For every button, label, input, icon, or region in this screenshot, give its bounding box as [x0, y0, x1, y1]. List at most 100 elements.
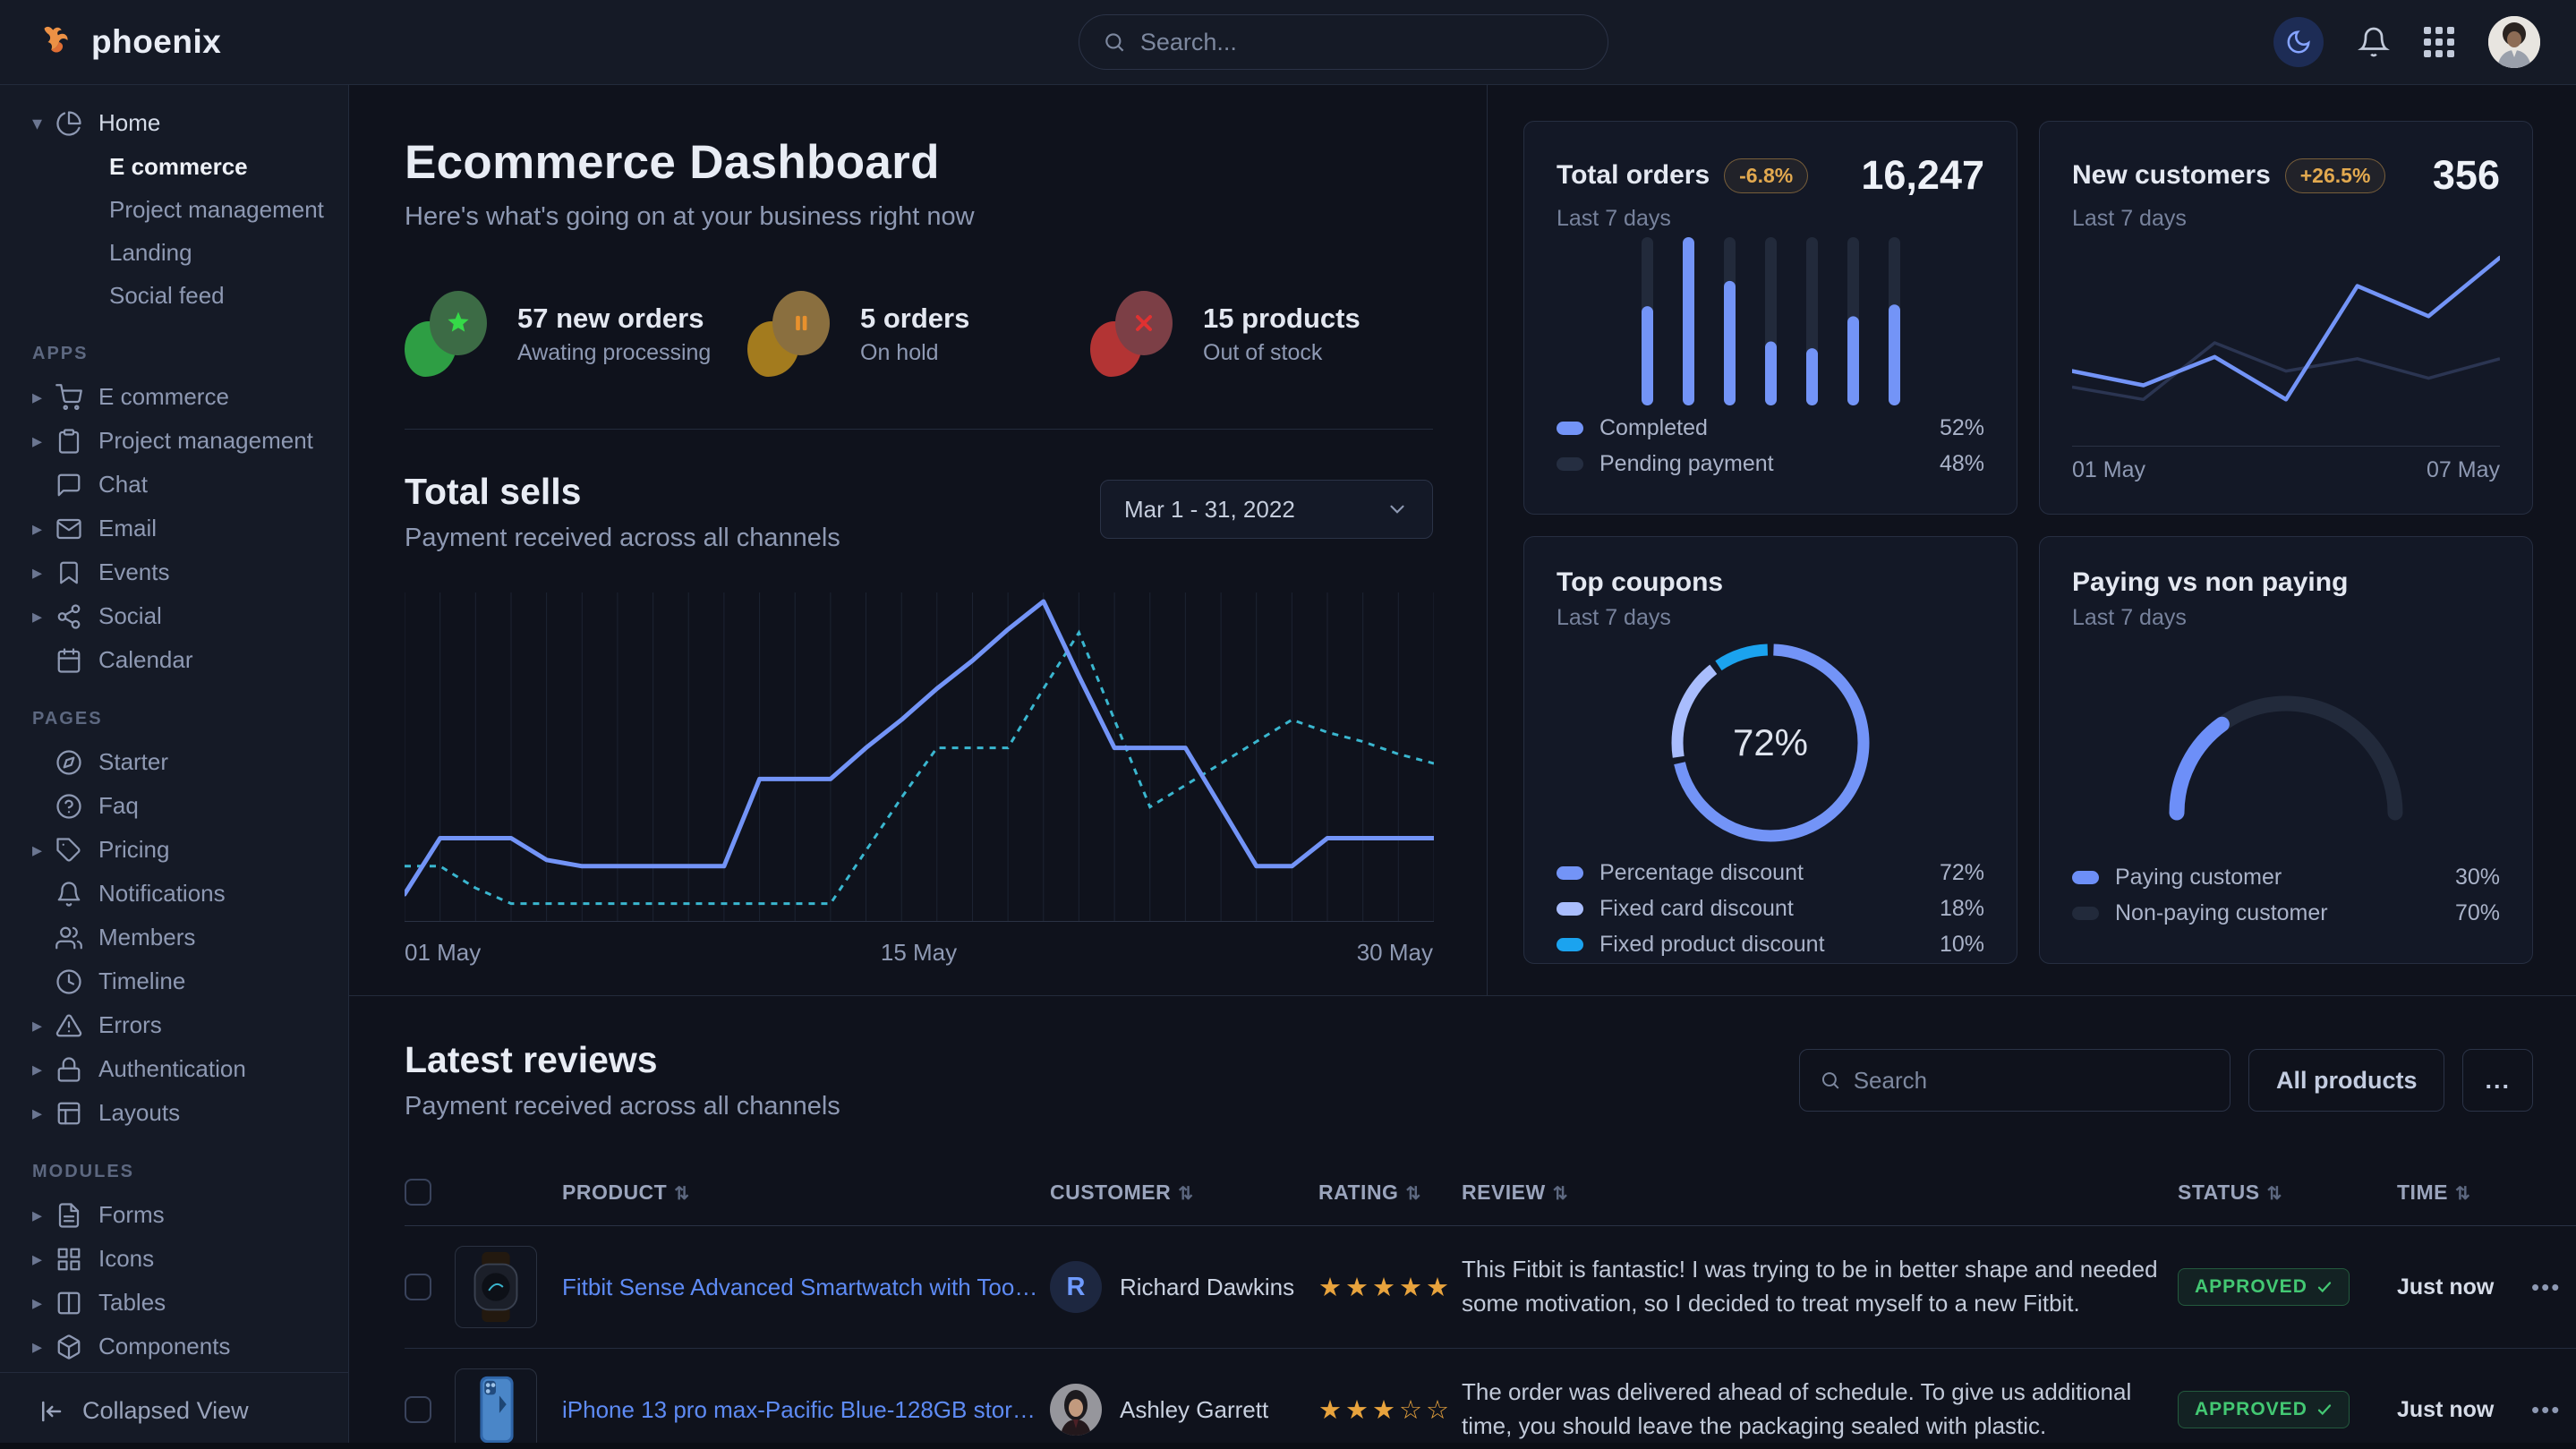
new-customers-x-axis: 01 May 07 May	[2072, 446, 2500, 483]
column-header-review[interactable]: REVIEW⇅	[1462, 1163, 2178, 1226]
sidebar-section-label: MODULES	[32, 1162, 348, 1182]
pie-chart-icon	[55, 110, 82, 137]
sidebar-item-forms[interactable]: ▸ Forms	[0, 1193, 348, 1237]
status-badge: APPROVED	[2178, 1268, 2350, 1306]
axis-label-start: 01 May	[2072, 457, 2145, 483]
sidebar-item-members[interactable]: Members	[0, 916, 348, 959]
row-checkbox[interactable]	[405, 1396, 431, 1423]
customer-name: Ashley Garrett	[1120, 1396, 1268, 1424]
legend-row: Completed 52%	[1557, 410, 1984, 446]
sidebar-item-pricing[interactable]: ▸ Pricing	[0, 828, 348, 872]
help-icon	[55, 793, 82, 820]
caret-right-icon: ▸	[32, 561, 55, 584]
apps-grid-button[interactable]	[2424, 27, 2454, 57]
global-search-input[interactable]	[1140, 29, 1584, 56]
user-avatar[interactable]	[2488, 16, 2540, 68]
legend-value: 52%	[1940, 415, 1984, 441]
bookmark-icon	[55, 559, 82, 586]
latest-reviews-subtitle: Payment received across all channels	[405, 1092, 840, 1121]
sidebar-item-components[interactable]: ▸ Components	[0, 1325, 348, 1368]
global-search[interactable]	[1079, 14, 1608, 70]
column-header-time[interactable]: TIME⇅	[2397, 1163, 2531, 1226]
review-time: Just now	[2397, 1397, 2494, 1422]
legend-label: Fixed card discount	[1599, 896, 1794, 922]
compass-icon	[55, 749, 82, 776]
sidebar-item-chat[interactable]: Chat	[0, 463, 348, 507]
sidebar-subitem-e-commerce[interactable]: E commerce	[0, 145, 348, 188]
legend-value: 72%	[1940, 860, 1984, 886]
brand-logo[interactable]: phoenix	[36, 21, 221, 63]
sidebar-item-errors[interactable]: ▸ Errors	[0, 1003, 348, 1047]
sidebar-item-calendar[interactable]: Calendar	[0, 638, 348, 682]
column-header-status[interactable]: STATUS⇅	[2178, 1163, 2397, 1226]
avatar-photo	[1050, 1384, 1102, 1436]
theme-toggle-button[interactable]	[2273, 17, 2324, 67]
customer-name: Richard Dawkins	[1120, 1274, 1294, 1301]
total-orders-value: 16,247	[1861, 152, 1984, 199]
stat-value: 57 new orders	[517, 303, 711, 335]
sidebar-item-home[interactable]: ▾ Home	[0, 101, 348, 145]
x-axis-label: 30 May	[1357, 939, 1433, 967]
check-icon	[2316, 1402, 2333, 1418]
notifications-button[interactable]	[2358, 26, 2390, 58]
row-menu-button[interactable]: •••	[2531, 1396, 2561, 1423]
paying-card: Paying vs non paying Last 7 days Paying …	[2039, 536, 2533, 964]
select-all-checkbox[interactable]	[405, 1179, 431, 1206]
table-row: Fitbit Sense Advanced Smartwatch with To…	[405, 1226, 2576, 1349]
total-sells-x-axis: 01 May15 May30 May	[405, 939, 1433, 967]
caret-right-icon: ▸	[32, 1014, 55, 1037]
sidebar-item-timeline[interactable]: Timeline	[0, 959, 348, 1003]
product-thumbnail[interactable]	[455, 1368, 537, 1449]
sidebar-item-project-management[interactable]: ▸ Project management	[0, 419, 348, 463]
sidebar-item-email[interactable]: ▸ Email	[0, 507, 348, 550]
legend-row: Fixed card discount 18%	[1557, 891, 1984, 926]
top-coupons-center-value: 72%	[1733, 721, 1808, 764]
sidebar-item-faq[interactable]: Faq	[0, 784, 348, 828]
sidebar-item-notifications[interactable]: Notifications	[0, 872, 348, 916]
sidebar-subitem-social-feed[interactable]: Social feed	[0, 274, 348, 317]
collapse-view-button[interactable]: Collapsed View	[0, 1372, 348, 1449]
sidebar-item-social[interactable]: ▸ Social	[0, 594, 348, 638]
legend-value: 10%	[1940, 932, 1984, 958]
date-range-select[interactable]: Mar 1 - 31, 2022	[1100, 480, 1433, 539]
divider	[405, 429, 1433, 430]
paying-legend: Paying customer 30% Non-paying customer …	[2072, 859, 2500, 933]
legend-row: Percentage discount 72%	[1557, 855, 1984, 891]
total-orders-bar-chart	[1557, 232, 1984, 410]
star-stat-icon	[405, 291, 494, 377]
chevron-down-icon	[1386, 498, 1409, 521]
search-icon	[1820, 1069, 1841, 1092]
legend-label: Paying customer	[2115, 865, 2282, 891]
column-header-product[interactable]: PRODUCT⇅	[562, 1163, 1050, 1226]
row-checkbox[interactable]	[405, 1274, 431, 1300]
sidebar-item-tables[interactable]: ▸ Tables	[0, 1281, 348, 1325]
sidebar-subitem-landing[interactable]: Landing	[0, 231, 348, 274]
legend-label: Non-paying customer	[2115, 900, 2328, 926]
rating-stars: ★★★★★	[1318, 1274, 1453, 1302]
more-options-button[interactable]: ...	[2462, 1049, 2533, 1112]
new-customers-card: New customers +26.5% 356 Last 7 days 01 …	[2039, 121, 2533, 515]
new-customers-value: 356	[2433, 152, 2500, 199]
reviews-search[interactable]	[1799, 1049, 2231, 1112]
sidebar-subitem-project-management[interactable]: Project management	[0, 188, 348, 231]
row-menu-button[interactable]: •••	[2531, 1274, 2561, 1300]
legend-label: Completed	[1599, 415, 1708, 441]
sidebar-item-e-commerce[interactable]: ▸ E commerce	[0, 375, 348, 419]
total-orders-card: Total orders -6.8% 16,247 Last 7 days Co…	[1523, 121, 2017, 515]
stat-item: 15 products Out of stock	[1090, 291, 1433, 377]
paying-gauge-chart	[2072, 631, 2500, 859]
latest-reviews-section: Latest reviews Payment received across a…	[349, 996, 2576, 1449]
all-products-button[interactable]: All products	[2248, 1049, 2445, 1112]
product-link[interactable]: iPhone 13 pro max-Pacific Blue-128GB sto…	[562, 1396, 1041, 1424]
reviews-search-input[interactable]	[1854, 1067, 2210, 1095]
sidebar-item-events[interactable]: ▸ Events	[0, 550, 348, 594]
caret-right-icon: ▸	[32, 517, 55, 541]
sidebar-item-icons[interactable]: ▸ Icons	[0, 1237, 348, 1281]
product-thumbnail[interactable]	[455, 1246, 537, 1328]
column-header-customer[interactable]: CUSTOMER⇅	[1050, 1163, 1318, 1226]
column-header-rating[interactable]: RATING⇅	[1318, 1163, 1462, 1226]
sidebar-item-authentication[interactable]: ▸ Authentication	[0, 1047, 348, 1091]
sidebar-item-layouts[interactable]: ▸ Layouts	[0, 1091, 348, 1135]
sidebar-item-starter[interactable]: Starter	[0, 740, 348, 784]
product-link[interactable]: Fitbit Sense Advanced Smartwatch with To…	[562, 1274, 1041, 1301]
